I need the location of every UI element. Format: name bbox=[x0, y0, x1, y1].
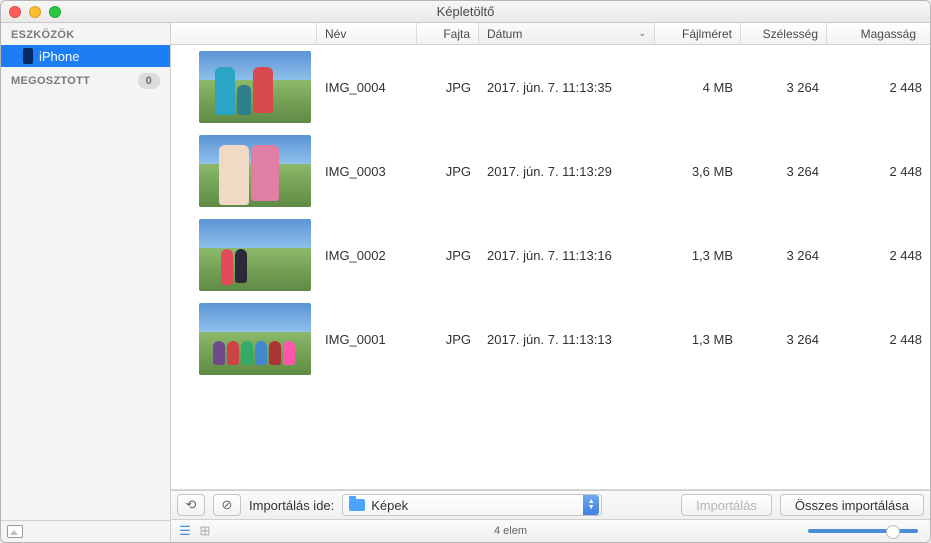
import-to-label: Importálás ide: bbox=[249, 498, 334, 513]
column-kind[interactable]: Fajta bbox=[417, 23, 479, 44]
thumbnail-icon bbox=[199, 219, 311, 291]
cell-width: 3 264 bbox=[741, 248, 827, 263]
item-count-label: 4 elem bbox=[213, 525, 808, 537]
list-view-icon[interactable]: ☰ bbox=[177, 523, 193, 539]
column-width[interactable]: Szélesség bbox=[741, 23, 827, 44]
window-title: Képletöltő bbox=[1, 4, 930, 19]
sidebar-section-devices: ESZKÖZÖK bbox=[1, 23, 170, 45]
cell-kind: JPG bbox=[417, 248, 479, 263]
main-area: ESZKÖZÖK iPhone MEGOSZTOTT 0 Név Fajta bbox=[1, 23, 930, 542]
sidebar-item-label: iPhone bbox=[39, 49, 79, 64]
cell-kind: JPG bbox=[417, 80, 479, 95]
column-size[interactable]: Fájlméret bbox=[655, 23, 741, 44]
cell-height: 2 448 bbox=[827, 80, 930, 95]
thumbnail-icon bbox=[199, 303, 311, 375]
grid-view-icon[interactable]: ⊞ bbox=[197, 523, 213, 539]
delete-button[interactable]: ⊘ bbox=[213, 494, 241, 516]
table-row[interactable]: IMG_0001 JPG 2017. jún. 7. 11:13:13 1,3 … bbox=[171, 297, 930, 381]
chevron-up-down-icon: ▲▼ bbox=[583, 495, 599, 515]
thumbnail-icon bbox=[199, 51, 311, 123]
cell-name: IMG_0004 bbox=[317, 80, 417, 95]
cell-date: 2017. jún. 7. 11:13:35 bbox=[479, 80, 655, 95]
no-entry-icon: ⊘ bbox=[222, 497, 233, 513]
cell-date: 2017. jún. 7. 11:13:13 bbox=[479, 332, 655, 347]
cell-date: 2017. jún. 7. 11:13:29 bbox=[479, 164, 655, 179]
sidebar-section-shared-label: MEGOSZTOTT bbox=[11, 75, 90, 87]
table-row[interactable]: IMG_0004 JPG 2017. jún. 7. 11:13:35 4 MB… bbox=[171, 45, 930, 129]
show-info-icon[interactable] bbox=[7, 525, 23, 538]
sidebar-item-iphone[interactable]: iPhone bbox=[1, 45, 170, 67]
cell-size: 1,3 MB bbox=[655, 248, 741, 263]
app-window: Képletöltő ESZKÖZÖK iPhone MEGOSZTOTT 0 bbox=[0, 0, 931, 543]
table-row[interactable]: IMG_0003 JPG 2017. jún. 7. 11:13:29 3,6 … bbox=[171, 129, 930, 213]
cell-name: IMG_0002 bbox=[317, 248, 417, 263]
shared-count-badge: 0 bbox=[138, 73, 160, 89]
table-body[interactable]: IMG_0004 JPG 2017. jún. 7. 11:13:35 4 MB… bbox=[171, 45, 930, 490]
cell-name: IMG_0003 bbox=[317, 164, 417, 179]
phone-icon bbox=[23, 48, 33, 64]
cell-kind: JPG bbox=[417, 332, 479, 347]
rotate-icon: ⟲ bbox=[186, 497, 197, 513]
table-header: Név Fajta Dátum ⌄ Fájlméret Szélesség Ma… bbox=[171, 23, 930, 45]
sidebar-footer bbox=[1, 520, 170, 542]
import-button[interactable]: Importálás bbox=[681, 494, 772, 516]
rotate-button[interactable]: ⟲ bbox=[177, 494, 205, 516]
column-height[interactable]: Magasság bbox=[827, 23, 930, 44]
cell-size: 3,6 MB bbox=[655, 164, 741, 179]
thumbnail-icon bbox=[199, 135, 311, 207]
sort-descending-icon: ⌄ bbox=[638, 28, 646, 39]
cell-height: 2 448 bbox=[827, 164, 930, 179]
sidebar-section-shared: MEGOSZTOTT 0 bbox=[1, 67, 170, 93]
table-row[interactable]: IMG_0002 JPG 2017. jún. 7. 11:13:16 1,3 … bbox=[171, 213, 930, 297]
sidebar: ESZKÖZÖK iPhone MEGOSZTOTT 0 bbox=[1, 23, 171, 542]
cell-name: IMG_0001 bbox=[317, 332, 417, 347]
status-bar: ☰ ⊞ 4 elem bbox=[171, 520, 930, 542]
view-mode-toggle: ☰ ⊞ bbox=[177, 523, 213, 539]
cell-width: 3 264 bbox=[741, 332, 827, 347]
destination-popup[interactable]: Képek ▲▼ bbox=[342, 494, 602, 516]
cell-height: 2 448 bbox=[827, 248, 930, 263]
column-name[interactable]: Név bbox=[317, 23, 417, 44]
cell-size: 4 MB bbox=[655, 80, 741, 95]
cell-width: 3 264 bbox=[741, 80, 827, 95]
cell-kind: JPG bbox=[417, 164, 479, 179]
column-thumbnail[interactable] bbox=[171, 23, 317, 44]
folder-icon bbox=[349, 499, 365, 511]
sidebar-section-devices-label: ESZKÖZÖK bbox=[11, 29, 75, 41]
import-toolbar: ⟲ ⊘ Importálás ide: Képek ▲▼ Importálás … bbox=[171, 490, 930, 520]
cell-width: 3 264 bbox=[741, 164, 827, 179]
column-date[interactable]: Dátum ⌄ bbox=[479, 23, 655, 44]
cell-size: 1,3 MB bbox=[655, 332, 741, 347]
thumbnail-size-slider[interactable] bbox=[808, 529, 918, 533]
content-area: Név Fajta Dátum ⌄ Fájlméret Szélesség Ma… bbox=[171, 23, 930, 542]
titlebar: Képletöltő bbox=[1, 1, 930, 23]
destination-label: Képek bbox=[371, 498, 408, 513]
import-all-button[interactable]: Összes importálása bbox=[780, 494, 924, 516]
cell-height: 2 448 bbox=[827, 332, 930, 347]
cell-date: 2017. jún. 7. 11:13:16 bbox=[479, 248, 655, 263]
